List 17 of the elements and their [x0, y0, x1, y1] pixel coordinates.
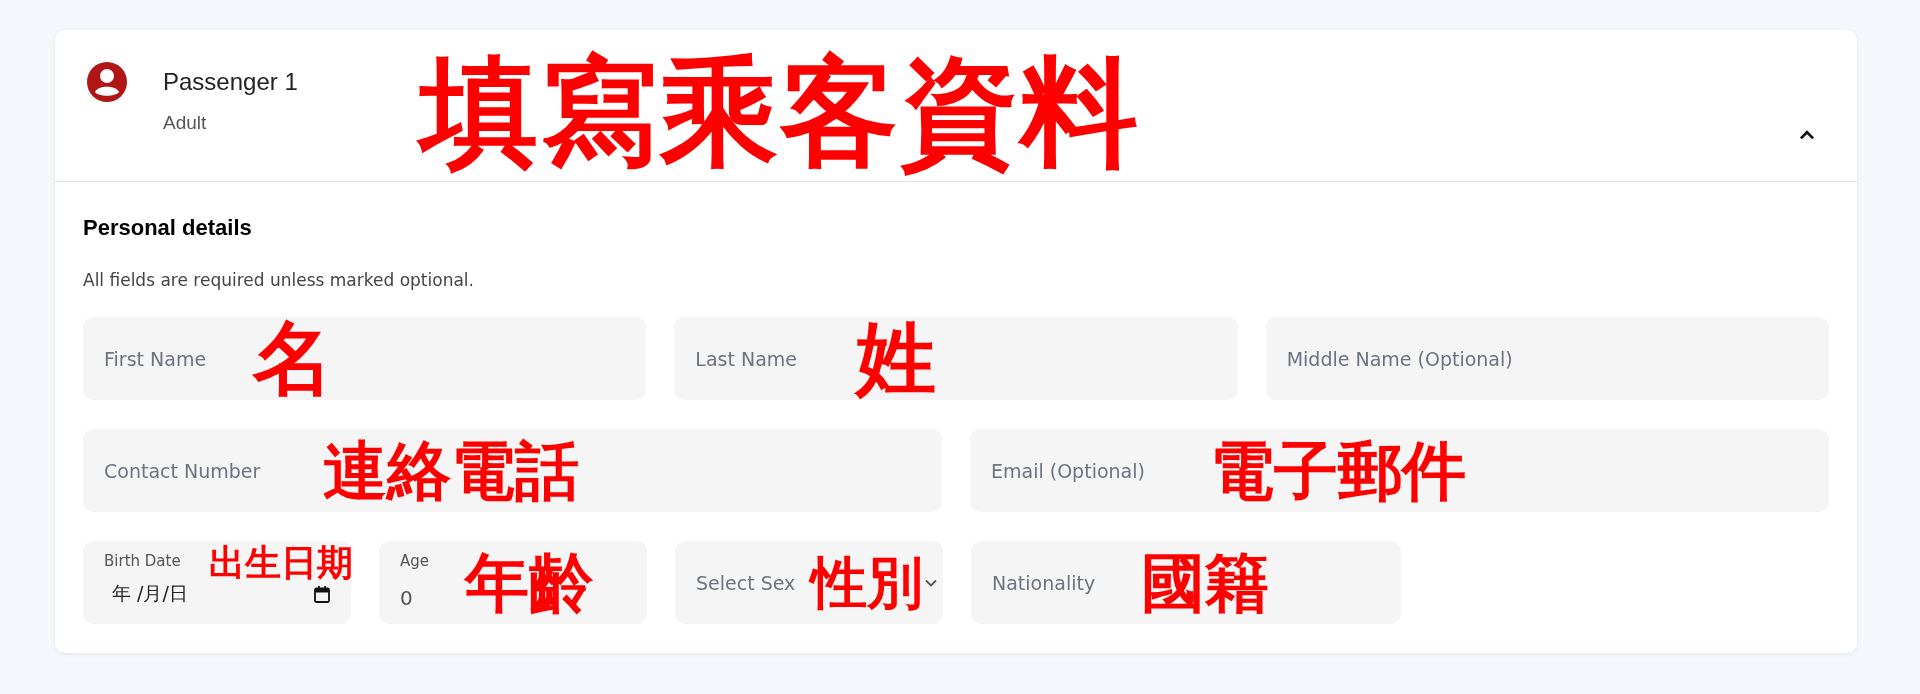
annotation-text: 姓 [856, 318, 937, 399]
annotation-text: 年齡 [465, 550, 593, 615]
section-note: All fields are required unless marked optional. [83, 269, 475, 292]
caret-down-icon [925, 578, 938, 587]
annotation-text: 國籍 [1141, 550, 1269, 615]
annotation-text: 連絡電話 [323, 438, 579, 503]
annotation-text: 電子郵件 [1210, 438, 1466, 503]
passenger-type: Adult [163, 112, 208, 134]
input-field[interactable]: Middle Name (Optional) [1265, 317, 1829, 400]
field-label: Age [400, 551, 429, 571]
select-field[interactable]: Select Sex 性別 [675, 541, 943, 624]
annotation-text: 出生日期 [209, 545, 353, 581]
annotation-text: 名 [253, 318, 333, 399]
section-heading: Personal details [83, 214, 253, 242]
passenger-title: Passenger 1 [163, 67, 299, 97]
user-icon [87, 62, 127, 102]
calendar-icon [314, 585, 330, 603]
